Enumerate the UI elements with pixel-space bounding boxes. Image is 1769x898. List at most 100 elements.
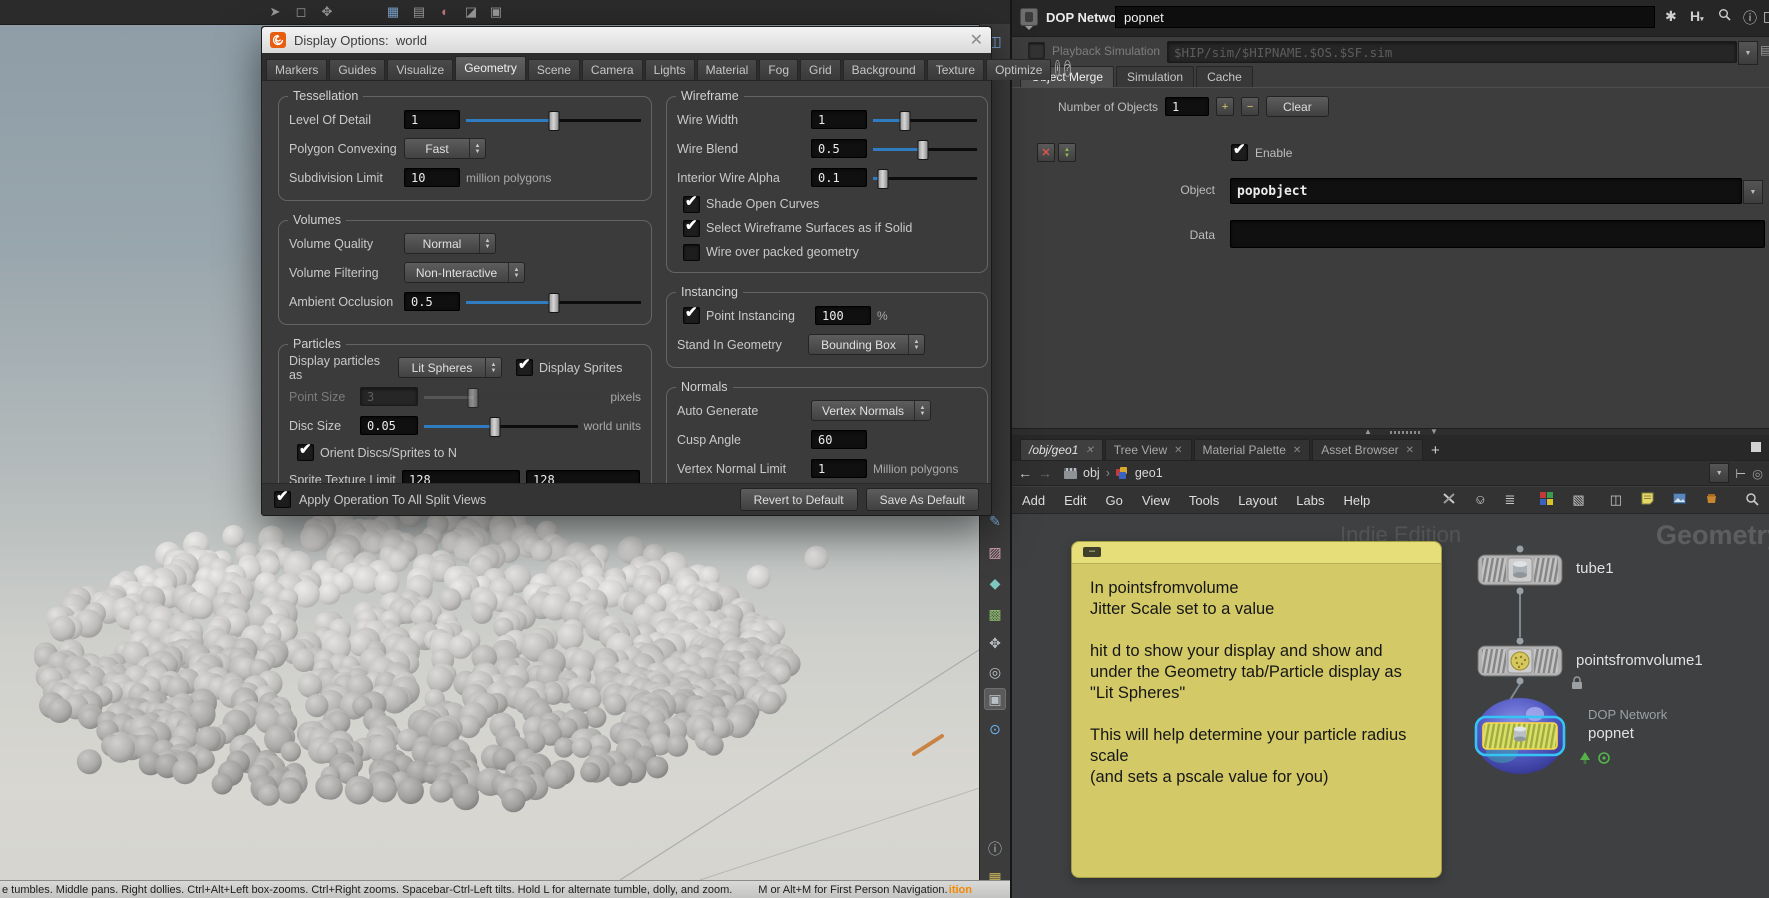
snapshot-icon[interactable]: ▣ <box>984 688 1006 710</box>
info-circle-icon[interactable]: i <box>1055 60 1059 77</box>
diamond-marker-icon[interactable]: ◆ <box>984 572 1006 594</box>
playback-simulation-checkbox[interactable] <box>1028 42 1045 59</box>
tab-fog[interactable]: Fog <box>759 59 798 80</box>
vertex-normal-limit-field[interactable]: 1 <box>811 459 867 478</box>
axis-icon[interactable]: ✥ <box>984 632 1006 654</box>
gallery-icon[interactable] <box>1705 492 1718 508</box>
network-editor-canvas[interactable]: Indie Edition Geometry <box>1012 514 1769 898</box>
file-chooser-icon[interactable]: ▤ <box>1760 43 1769 57</box>
maximize-pane-icon[interactable] <box>1751 442 1761 452</box>
number-of-objects-field[interactable]: 1 <box>1165 97 1209 116</box>
wire-width-slider[interactable] <box>873 111 977 129</box>
save-default-button[interactable]: Save As Default <box>866 488 979 511</box>
wire-over-packed-checkbox[interactable] <box>683 244 700 261</box>
pin-icon[interactable]: ⊢ <box>1735 466 1746 481</box>
lod-slider[interactable] <box>466 111 641 129</box>
tab-optimize[interactable]: Optimize <box>986 59 1051 80</box>
pane-tab-material-palette[interactable]: Material Palette✕ <box>1194 439 1311 460</box>
handles-icon[interactable]: ◻ <box>292 3 310 21</box>
data-field[interactable] <box>1230 220 1765 248</box>
grid-toggle-icon[interactable]: ▣ <box>487 3 505 21</box>
pane-tab-tree-view[interactable]: Tree View✕ <box>1105 439 1192 460</box>
remove-object-button[interactable]: − <box>1241 97 1259 116</box>
info-icon[interactable]: ⓘ <box>1743 8 1757 28</box>
delete-instance-button[interactable]: ✕ <box>1037 143 1055 162</box>
menu-help[interactable]: Help <box>1343 493 1370 508</box>
close-icon[interactable]: ✕ <box>970 30 983 50</box>
search-icon[interactable] <box>1718 8 1731 24</box>
snap-point-icon[interactable]: ▤ <box>410 3 428 21</box>
node-label-pointsfromvolume1[interactable]: pointsfromvolume1 <box>1576 652 1703 669</box>
playback-path-field[interactable]: $HIP/sim/$HIPNAME.$OS.$SF.sim <box>1167 41 1737 63</box>
record-icon[interactable]: ◐ <box>436 3 454 21</box>
node-tube1[interactable] <box>1478 555 1562 585</box>
node-popnet[interactable] <box>1475 698 1565 774</box>
shade-mode-icon[interactable]: ◪ <box>462 3 480 21</box>
lightbulb-icon[interactable]: ⊙ <box>984 718 1006 740</box>
sticky-note[interactable]: – In pointsfromvolume Jitter Scale set t… <box>1071 541 1442 878</box>
snap-grid-icon[interactable]: ▦ <box>384 3 402 21</box>
pane-tab-asset-browser[interactable]: Asset Browser✕ <box>1312 439 1423 460</box>
houdini-help-icon[interactable]: H▾ <box>1690 8 1704 24</box>
wire-blend-slider[interactable] <box>873 140 977 158</box>
tab-scene[interactable]: Scene <box>528 59 580 80</box>
ambient-occlusion-field[interactable]: 0.5 <box>404 292 460 311</box>
tab-cache[interactable]: Cache <box>1196 66 1253 88</box>
panel-menu-icon[interactable]: ◫ <box>1763 8 1769 25</box>
pane-tab-obj-geo1[interactable]: /obj/geo1✕ <box>1020 439 1103 460</box>
interior-wire-alpha-field[interactable]: 0.1 <box>811 168 867 187</box>
select-arrow-icon[interactable]: ➤ <box>266 3 284 21</box>
volume-quality-select[interactable]: Normal▲▼ <box>404 233 496 254</box>
disc-size-field[interactable]: 0.05 <box>360 416 418 435</box>
path-dropdown[interactable]: ▼ <box>1709 463 1729 483</box>
menu-edit[interactable]: Edit <box>1064 493 1086 508</box>
revert-default-button[interactable]: Revert to Default <box>740 488 858 511</box>
tab-geometry[interactable]: Geometry <box>455 56 526 80</box>
dialog-titlebar[interactable]: Display Options: world ✕ <box>262 27 991 53</box>
node-pointsfromvolume1[interactable] <box>1478 646 1562 676</box>
point-instancing-field[interactable]: 100 <box>815 306 871 325</box>
node-name-field[interactable]: popnet <box>1115 6 1655 28</box>
wire-blend-field[interactable]: 0.5 <box>811 139 867 158</box>
tab-texture[interactable]: Texture <box>927 59 984 80</box>
collapse-note-icon[interactable]: – <box>1083 547 1101 557</box>
menu-tools[interactable]: Tools <box>1189 493 1219 508</box>
ambient-occlusion-slider[interactable] <box>466 293 641 311</box>
interior-wire-alpha-slider[interactable] <box>873 169 977 187</box>
auto-generate-select[interactable]: Vertex Normals▲▼ <box>811 400 931 421</box>
menu-labs[interactable]: Labs <box>1296 493 1324 508</box>
close-icon[interactable]: ✕ <box>1406 445 1414 456</box>
dop-network-node-icon[interactable] <box>1020 8 1038 26</box>
dotted-grid-icon[interactable]: ▧ <box>1572 492 1584 508</box>
node-label-popnet[interactable]: popnet <box>1588 725 1634 742</box>
close-icon[interactable]: ✕ <box>1085 445 1093 456</box>
network-box-icon[interactable]: ◫ <box>1610 492 1622 508</box>
point-size-field[interactable]: 3 <box>360 387 418 406</box>
path-current[interactable]: geo1 <box>1135 466 1163 480</box>
menu-add[interactable]: Add <box>1022 493 1045 508</box>
clear-button[interactable]: Clear <box>1266 96 1329 117</box>
tab-simulation[interactable]: Simulation <box>1116 66 1194 88</box>
add-object-button[interactable]: + <box>1216 97 1234 116</box>
wire-width-field[interactable]: 1 <box>811 110 867 129</box>
playback-path-dropdown[interactable]: ▼ <box>1738 41 1758 65</box>
sticky-note-icon[interactable] <box>1641 492 1654 508</box>
color-grid-icon[interactable] <box>1540 492 1553 508</box>
close-icon[interactable]: ✕ <box>1293 445 1301 456</box>
volume-filtering-select[interactable]: Non-Interactive▲▼ <box>404 262 525 283</box>
enable-checkbox[interactable] <box>1231 144 1248 161</box>
tab-camera[interactable]: Camera <box>582 59 643 80</box>
tools-wrench-icon[interactable] <box>1442 492 1456 508</box>
cusp-angle-field[interactable]: 60 <box>811 430 867 449</box>
link-icon[interactable]: ◎ <box>1752 466 1763 481</box>
object-field[interactable]: popobject <box>1230 178 1742 204</box>
gear-menu-icon[interactable]: ✱ <box>1665 8 1677 25</box>
bbox-icon[interactable]: ▩ <box>984 603 1006 625</box>
select-wireframe-solid-checkbox[interactable] <box>683 220 700 237</box>
texture-view-icon[interactable]: ▨ <box>984 541 1006 563</box>
background-image-icon[interactable] <box>1673 492 1686 508</box>
display-particles-as-select[interactable]: Lit Spheres▲▼ <box>398 357 502 378</box>
forward-icon[interactable]: → <box>1038 465 1052 481</box>
orient-discs-checkbox[interactable] <box>297 444 314 461</box>
sticky-note-header[interactable]: – <box>1072 542 1441 564</box>
